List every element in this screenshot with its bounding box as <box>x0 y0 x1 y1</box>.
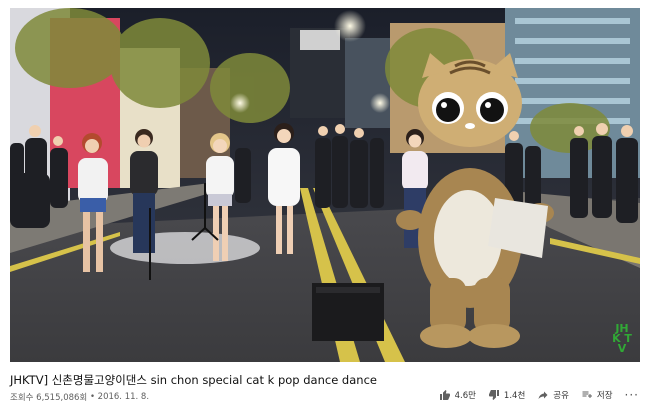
thumbs-up-icon <box>439 390 450 400</box>
dislike-count: 1.4천 <box>503 391 526 401</box>
like-count: 4.6만 <box>454 391 476 401</box>
video-frame <box>10 8 640 362</box>
dislike-button[interactable]: 1.4천 <box>488 389 525 401</box>
thumbs-down-icon <box>488 390 499 400</box>
view-count: 조회수 6,515,086회 <box>10 393 88 403</box>
save-button[interactable]: 저장 <box>581 389 613 401</box>
meta-separator: • <box>89 392 95 402</box>
video-player[interactable]: JHK TV <box>10 8 640 362</box>
share-button[interactable]: 공유 <box>537 389 569 401</box>
like-button[interactable]: 4.6만 <box>439 389 476 401</box>
playlist-add-icon <box>582 391 592 398</box>
save-label: 저장 <box>596 391 613 401</box>
action-bar: 4.6만 1.4천 공유 저장 ··· <box>439 386 639 404</box>
share-label: 공유 <box>553 391 569 401</box>
video-title: JHKTV] 신촌명물고양이댄스 sin chon special cat k … <box>10 373 377 387</box>
channel-watermark: JHK TV <box>612 322 632 355</box>
video-meta: 조회수 6,515,086회 • 2016. 11. 8. <box>10 391 149 403</box>
more-actions-button[interactable]: ··· <box>625 389 639 401</box>
share-icon <box>538 391 548 399</box>
upload-date: 2016. 11. 8. <box>97 392 150 402</box>
watermark-text: JHK TV <box>612 322 632 355</box>
